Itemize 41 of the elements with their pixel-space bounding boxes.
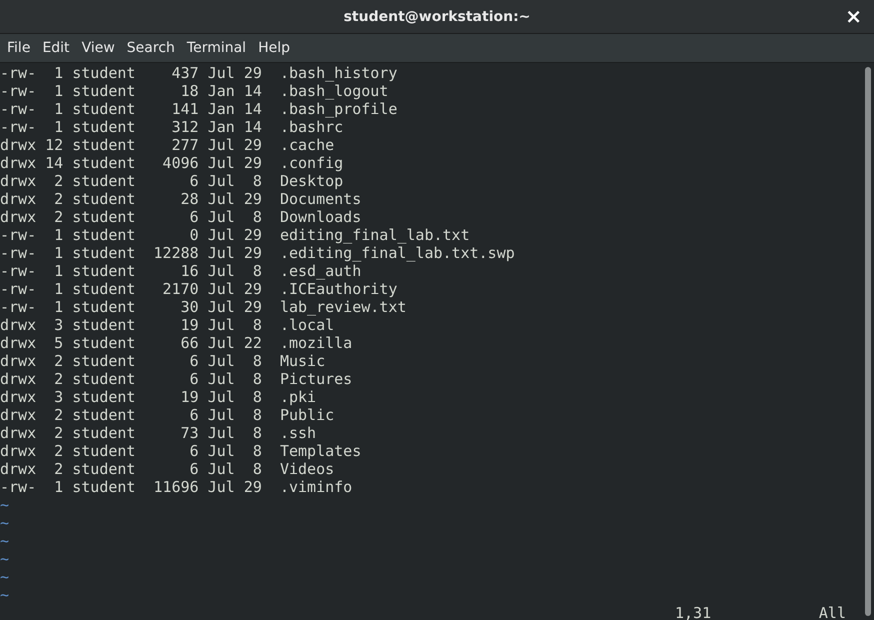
terminal-line: -rw- 1 student 0 Jul 29 editing_final_lab.txt xyxy=(0,226,470,244)
window-title: student@workstation:~ xyxy=(344,8,530,24)
terminal-line: drwx 2 student 6 Jul 8 Desktop xyxy=(0,172,344,190)
cursor-position: 1,31 xyxy=(675,604,712,620)
terminal-line: -rw- 1 student 141 Jan 14 .bash_profile xyxy=(0,100,398,118)
terminal-line: drwx 2 student 6 Jul 8 Templates xyxy=(0,442,362,460)
menu-item[interactable]: Help xyxy=(252,38,296,58)
terminal-line: -rw- 1 student 312 Jan 14 .bashrc xyxy=(0,118,344,136)
terminal-line: drwx 14 student 4096 Jul 29 .config xyxy=(0,154,344,172)
empty-line-marker: ~ xyxy=(0,514,10,532)
terminal-line: drwx 2 student 6 Jul 8 Pictures xyxy=(0,370,352,388)
empty-line-marker: ~ xyxy=(0,568,10,586)
empty-line-marker: ~ xyxy=(0,532,10,550)
empty-line-marker: ~ xyxy=(0,496,10,514)
terminal-line: drwx 5 student 66 Jul 22 .mozilla xyxy=(0,334,352,352)
terminal-line: drwx 2 student 28 Jul 29 Documents xyxy=(0,190,362,208)
menu-item[interactable]: Edit xyxy=(36,38,76,58)
menu-item[interactable]: Search xyxy=(120,38,181,58)
terminal-line: drwx 2 student 6 Jul 8 Downloads xyxy=(0,208,362,226)
terminal-line: -rw- 1 student 12288 Jul 29 .editing_final_lab.txt.swp xyxy=(0,244,515,262)
terminal-line: -rw- 1 student 30 Jul 29 lab_review.txt xyxy=(0,298,406,316)
terminal-line: -rw- 1 student 2170 Jul 29 .ICEauthority xyxy=(0,280,398,298)
terminal-line: drwx 3 student 19 Jul 8 .pki xyxy=(0,388,316,406)
terminal-line: drwx 2 student 73 Jul 8 .ssh xyxy=(0,424,316,442)
menu-item[interactable]: View xyxy=(76,38,121,58)
terminal-line: -rw- 1 student 11696 Jul 29 .viminfo xyxy=(0,478,352,496)
empty-line-marker: ~ xyxy=(0,586,10,604)
menu-item[interactable]: Terminal xyxy=(180,38,252,58)
terminal-line: -rw- 1 student 18 Jan 14 .bash_logout xyxy=(0,82,388,100)
terminal-line: drwx 2 student 6 Jul 8 Music xyxy=(0,352,326,370)
terminal-line: drwx 3 student 19 Jul 8 .local xyxy=(0,316,334,334)
terminal-line: drwx 12 student 277 Jul 29 .cache xyxy=(0,136,334,154)
terminal-line: -rw- 1 student 16 Jul 8 .esd_auth xyxy=(0,262,362,280)
scrollbar[interactable] xyxy=(865,67,871,616)
terminal-line: drwx 2 student 6 Jul 8 Public xyxy=(0,406,334,424)
terminal-line: drwx 2 student 6 Jul 8 Videos xyxy=(0,460,334,478)
close-button[interactable]: × xyxy=(841,6,866,26)
terminal-line: -rw- 1 student 437 Jul 29 .bash_history xyxy=(0,64,398,82)
empty-line-marker: ~ xyxy=(0,550,10,568)
scroll-indicator: All xyxy=(818,604,846,620)
menu-item[interactable]: File xyxy=(1,38,36,58)
